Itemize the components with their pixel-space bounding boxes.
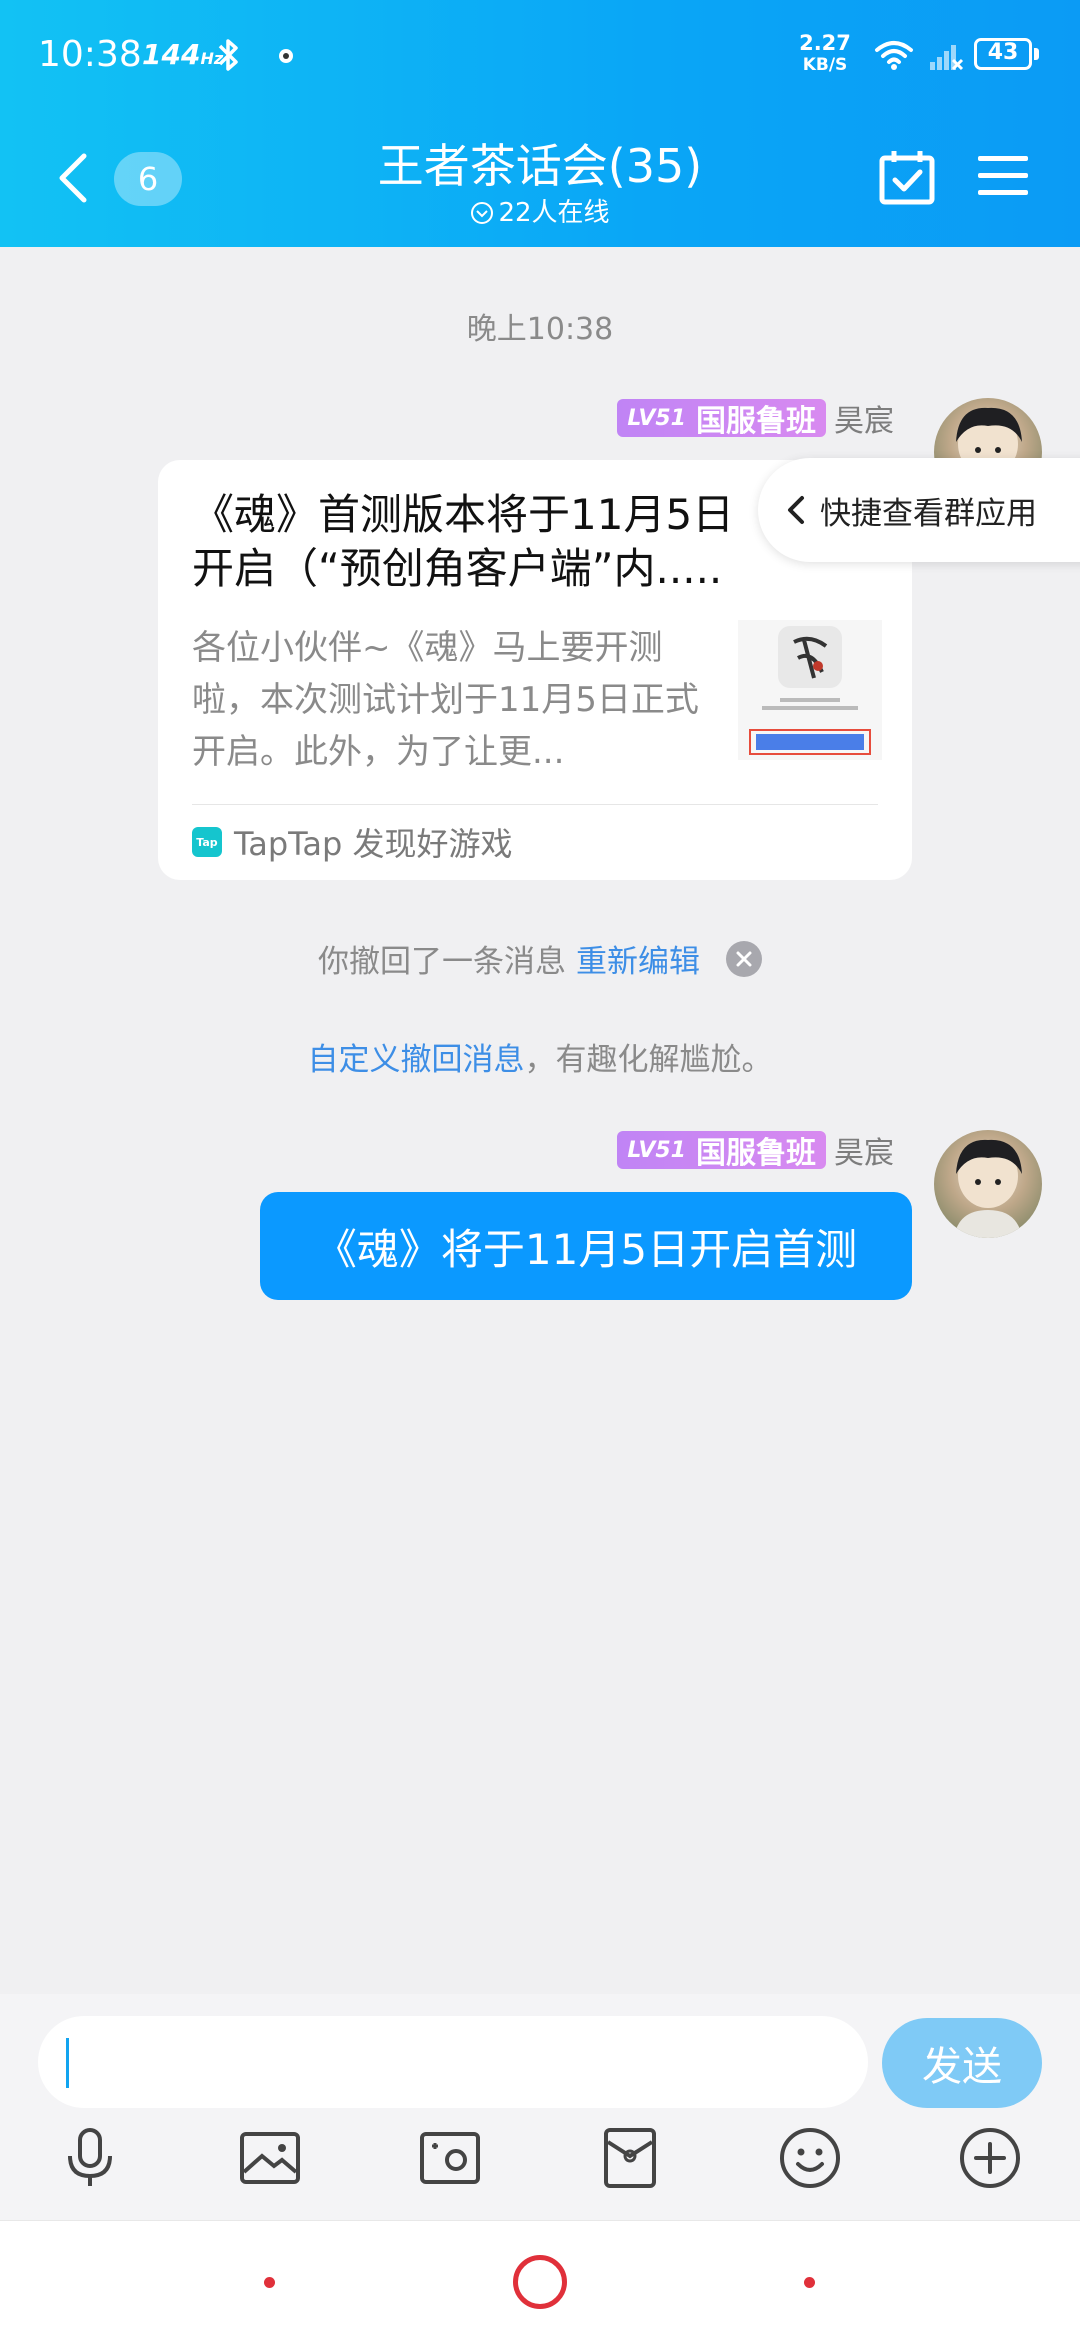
battery-indicator: 43 bbox=[974, 38, 1032, 70]
avatar-image bbox=[954, 1139, 1022, 1238]
recall-notice: 你撤回了一条消息 重新编辑 bbox=[0, 936, 1080, 981]
back-arrow-icon[interactable] bbox=[56, 152, 90, 204]
sender-row: LV51 国服鲁班 昊宸 bbox=[617, 1130, 894, 1171]
custom-recall-link[interactable]: 自定义撤回消息 bbox=[308, 1042, 525, 1078]
emoji-icon[interactable] bbox=[776, 2124, 844, 2192]
calendar-check-icon[interactable] bbox=[878, 148, 936, 206]
chat-timestamp: 晚上10:38 bbox=[466, 312, 614, 347]
sender-row: LV51 国服鲁班 昊宸 bbox=[617, 398, 894, 439]
input-area: 发送 bbox=[0, 1994, 1080, 2220]
signal-icon bbox=[930, 45, 964, 71]
chevron-left-icon bbox=[788, 496, 804, 524]
red-packet-icon[interactable] bbox=[596, 2124, 664, 2192]
battery-tip bbox=[1034, 48, 1039, 60]
custom-recall-text: ，有趣化解尴尬。 bbox=[524, 1042, 773, 1078]
plus-icon[interactable] bbox=[956, 2124, 1024, 2192]
level-text: LV51 bbox=[627, 1137, 686, 1163]
taptap-logo-icon: Tap bbox=[192, 827, 222, 857]
honor-title: 国服鲁班 bbox=[696, 404, 816, 439]
sender-name: 昊宸 bbox=[834, 404, 894, 439]
camera-icon[interactable] bbox=[416, 2124, 484, 2192]
nav-back-button[interactable] bbox=[804, 2277, 815, 2288]
picture-icon[interactable] bbox=[236, 2124, 304, 2192]
nav-home-button[interactable] bbox=[513, 2255, 567, 2309]
wifi-icon bbox=[875, 41, 913, 70]
custom-recall-tip: 自定义撤回消息，有趣化解尴尬。 bbox=[0, 1034, 1080, 1079]
reedit-link[interactable]: 重新编辑 bbox=[576, 936, 700, 981]
message-input[interactable] bbox=[38, 2016, 868, 2108]
card-description: 各位小伙伴~《魂》马上要开测啦，本次测试计划于11月5日正式开启。此外，为了让更… bbox=[192, 628, 699, 772]
refresh-rate: 144Hz bbox=[142, 38, 224, 71]
level-badge: LV51 国服鲁班 bbox=[617, 1131, 826, 1171]
x-icon bbox=[736, 951, 752, 966]
card-thumbnail bbox=[738, 620, 882, 760]
honor-title: 国服鲁班 bbox=[696, 1136, 816, 1171]
quick-view-group-apps-button[interactable]: 快捷查看群应用 bbox=[758, 458, 1080, 562]
card-source: Tap TapTap 发现好游戏 bbox=[192, 822, 513, 863]
online-status[interactable]: 22人在线 bbox=[340, 192, 740, 229]
avatar[interactable] bbox=[934, 1130, 1042, 1238]
chat-screen: 10:38 144Hz 2.27 KB/S 43 6 王者茶话会(35) 22人… bbox=[0, 0, 1080, 2340]
send-button[interactable]: 发送 bbox=[882, 2018, 1042, 2108]
level-text: LV51 bbox=[627, 405, 686, 431]
nav-menu-button[interactable] bbox=[264, 2277, 275, 2288]
header: 10:38 144Hz 2.27 KB/S 43 6 王者茶话会(35) 22人… bbox=[0, 0, 1080, 247]
status-bar: 10:38 144Hz 2.27 KB/S 43 bbox=[0, 0, 1080, 110]
sender-name: 昊宸 bbox=[834, 1136, 894, 1171]
notification-icon bbox=[279, 49, 293, 63]
recall-text: 你撤回了一条消息 bbox=[318, 944, 566, 980]
menu-icon[interactable] bbox=[976, 154, 1030, 198]
close-icon[interactable] bbox=[726, 940, 762, 977]
card-title: 《魂》首测版本将于11月5日开启（“预创角客户端”内..... bbox=[192, 490, 735, 593]
online-count: 22人在线 bbox=[498, 198, 610, 228]
unread-count-badge[interactable]: 6 bbox=[114, 152, 182, 206]
bluetooth-icon bbox=[218, 39, 238, 71]
chevron-circle-icon bbox=[471, 202, 494, 224]
group-title[interactable]: 王者茶话会(35) bbox=[240, 130, 840, 196]
card-divider bbox=[192, 804, 878, 805]
system-nav-bar bbox=[0, 2220, 1080, 2340]
network-speed: 2.27 KB/S bbox=[799, 31, 851, 75]
quick-view-label: 快捷查看群应用 bbox=[820, 495, 1037, 532]
status-time: 10:38 bbox=[38, 34, 142, 75]
level-badge: LV51 国服鲁班 bbox=[617, 399, 826, 439]
message-bubble[interactable]: 《魂》将于11月5日开启首测 bbox=[260, 1192, 912, 1300]
card-source-text: TapTap 发现好游戏 bbox=[234, 825, 513, 863]
microphone-icon[interactable] bbox=[56, 2124, 124, 2192]
text-caret bbox=[66, 2038, 69, 2088]
